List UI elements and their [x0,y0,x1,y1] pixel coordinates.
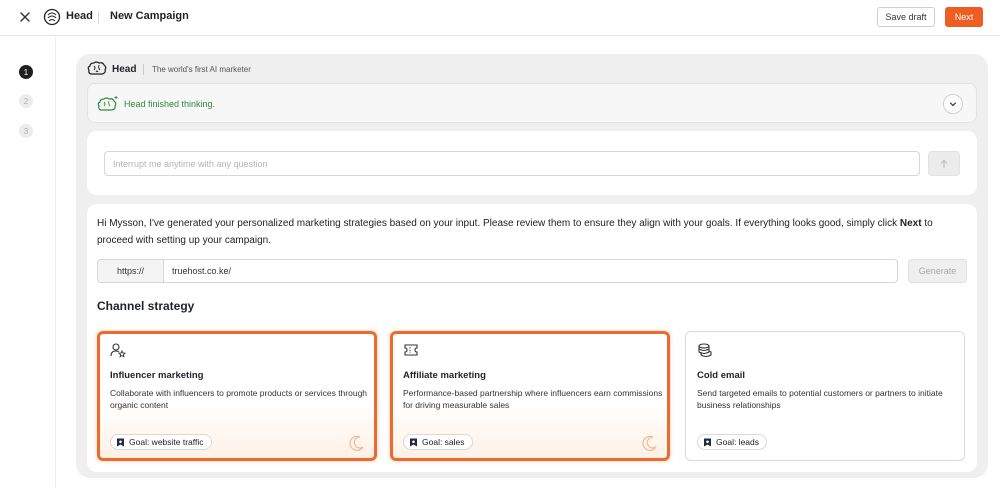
strategy-content: Hi Mysson, I've generated your personali… [87,204,977,472]
intro-message: Hi Mysson, I've generated your personali… [97,216,967,249]
moon-icon [642,435,657,451]
step-3[interactable]: 3 [19,124,33,138]
next-button[interactable]: Next [945,7,983,27]
head-logo-icon [43,8,61,26]
top-bar: Head New Campaign Save draft Next [0,0,1000,36]
assistant-divider [143,64,144,75]
card-description: Collaborate with influencers to promote … [110,388,368,410]
intro-next-word: Next [899,218,922,229]
thinking-status-text: Head finished thinking. [124,99,216,109]
card-description: Send targeted emails to potential custom… [697,388,943,410]
card-description: Performance-based partnership where infl… [403,388,663,410]
card-title: Cold email [697,370,746,381]
intro-text-part1: Hi Mysson, I've generated your personali… [97,218,898,229]
brain-icon [87,61,107,75]
header-divider [98,11,99,24]
arrow-up-icon [940,159,948,168]
save-draft-button[interactable]: Save draft [877,7,935,27]
goal-badge: Goal: sales [403,434,473,450]
question-box [87,131,977,195]
goal-text: Goal: website traffic [129,437,204,447]
app-name: Head [66,10,93,22]
card-title: Affiliate marketing [403,370,486,381]
page-title: New Campaign [110,10,189,22]
url-prefix: https:// [97,259,163,283]
channel-strategy-title: Channel strategy [97,299,195,313]
chevron-down-icon [949,102,957,107]
card-title: Influencer marketing [110,370,204,381]
goal-text: Goal: leads [716,437,759,447]
send-button[interactable] [928,151,960,176]
assistant-name: Head [112,64,137,75]
question-input[interactable] [104,151,920,176]
goal-badge: Goal: website traffic [110,434,212,450]
close-icon[interactable] [18,9,32,25]
generate-button[interactable]: Generate [908,259,967,283]
goal-flag-icon [704,438,711,446]
user-star-icon [110,343,126,358]
collapse-button[interactable] [943,94,963,114]
goal-flag-icon [117,438,124,446]
strategy-card-affiliate-marketing[interactable]: Affiliate marketing Performance-based pa… [390,331,670,461]
goal-flag-icon [410,438,417,446]
step-1[interactable]: 1 [19,65,33,79]
coins-icon [698,343,712,358]
strategy-card-cold-email[interactable]: Cold email Send targeted emails to poten… [685,331,965,461]
thinking-status-box: Head finished thinking. [87,83,977,123]
goal-text: Goal: sales [422,437,465,447]
moon-icon [349,435,364,451]
assistant-panel: Head The world's first AI marketer Head … [76,54,988,478]
step-2[interactable]: 2 [19,94,33,108]
strategy-card-influencer-marketing[interactable]: Influencer marketing Collaborate with in… [97,331,377,461]
goal-badge: Goal: leads [697,434,767,450]
url-input[interactable] [163,259,898,283]
brain-sparkle-icon [97,96,118,111]
ticket-icon [404,344,418,356]
assistant-tagline: The world's first AI marketer [152,65,251,74]
step-rail: 1 2 3 [0,37,56,488]
